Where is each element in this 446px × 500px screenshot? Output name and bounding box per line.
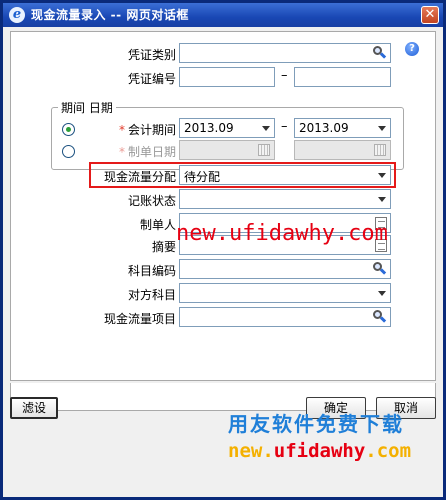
watermark-url: new.ufidawhy.com (176, 221, 388, 246)
account-code-input[interactable] (179, 259, 391, 279)
summary-label: 摘要 (151, 240, 176, 254)
watermark-brand: 用友软件免费下载 (228, 412, 404, 436)
chevron-down-icon (378, 291, 386, 296)
account-code-label: 科目编码 (127, 264, 176, 278)
required-mark: * (118, 123, 125, 137)
help-icon[interactable]: ? (405, 42, 419, 56)
voucher-type-label: 凭证类别 (127, 48, 176, 62)
search-icon[interactable] (373, 310, 387, 324)
watermark-url-part: ufidawhy (273, 440, 366, 462)
voucher-no-from-input[interactable] (179, 67, 275, 87)
counter-account-select[interactable] (179, 283, 391, 303)
filter-settings-button[interactable]: 滤设 (10, 397, 58, 419)
cashflow-allocation-label: 现金流量分配 (103, 170, 176, 184)
posting-status-label: 记账状态 (127, 194, 176, 208)
range-dash: – (281, 68, 288, 83)
cashflow-item-input[interactable] (179, 307, 391, 327)
accounting-period-from-value: 2013.09 (184, 121, 234, 135)
chevron-down-icon (262, 126, 270, 131)
cashflow-item-label: 现金流量项目 (103, 312, 176, 326)
ie-icon: e (9, 7, 25, 23)
filter-panel: ? 凭证类别 凭证编号 – 期间 日期 * 会计期间 2013.09 – 201… (10, 31, 436, 381)
posting-status-select[interactable] (179, 189, 391, 209)
entry-date-from-input[interactable] (179, 140, 275, 160)
preparer-label: 制单人 (139, 218, 176, 232)
calendar-icon[interactable] (374, 144, 386, 156)
accounting-period-label: * 会计期间 (101, 121, 176, 138)
bottom-strip (10, 383, 436, 411)
required-mark: * (118, 145, 125, 159)
title-bar: e 现金流量录入 -- 网页对话框 ✕ (3, 3, 443, 27)
accounting-period-to-select[interactable]: 2013.09 (294, 118, 391, 138)
watermark-url-part: new. (228, 440, 274, 462)
accounting-period-label-text: 会计期间 (127, 123, 176, 137)
entry-date-to-input[interactable] (294, 140, 391, 160)
watermark-url-part: .com (365, 440, 412, 462)
period-date-group-title: 期间 日期 (58, 99, 116, 116)
accounting-period-radio[interactable] (62, 123, 75, 136)
window-title: 现金流量录入 -- 网页对话框 (31, 8, 189, 22)
voucher-no-to-input[interactable] (294, 67, 391, 87)
search-icon[interactable] (373, 46, 387, 60)
counter-account-label: 对方科目 (127, 288, 176, 302)
chevron-down-icon (378, 197, 386, 202)
chevron-down-icon (378, 173, 386, 178)
range-dash: – (281, 119, 288, 134)
voucher-no-label: 凭证编号 (127, 72, 176, 86)
period-date-group (51, 107, 404, 170)
accounting-period-to-value: 2013.09 (299, 121, 349, 135)
accounting-period-from-select[interactable]: 2013.09 (179, 118, 275, 138)
entry-date-label: * 制单日期 (101, 143, 176, 160)
calendar-icon[interactable] (258, 144, 270, 156)
watermark-url-bottom: new.ufidawhy.com (228, 440, 411, 462)
cashflow-allocation-select[interactable]: 待分配 (179, 165, 391, 185)
voucher-type-field[interactable] (179, 43, 391, 63)
chevron-down-icon (378, 126, 386, 131)
search-icon[interactable] (373, 262, 387, 276)
entry-date-radio[interactable] (62, 145, 75, 158)
cashflow-allocation-value: 待分配 (184, 170, 221, 184)
entry-date-label-text: 制单日期 (127, 145, 176, 159)
close-icon[interactable]: ✕ (421, 6, 439, 24)
